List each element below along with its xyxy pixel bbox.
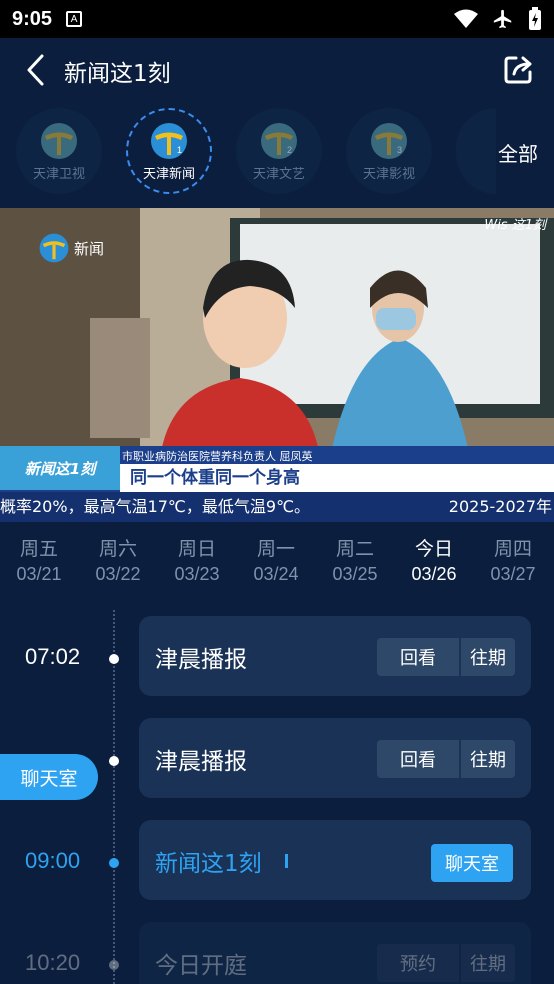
timeline-dot — [109, 654, 119, 664]
status-time: 9:05 — [12, 7, 53, 30]
program-watermark: Wis 这1刻 — [484, 218, 546, 233]
day-tab[interactable]: 周四 03/27 — [478, 534, 548, 585]
program-actions: 回看 往期 — [377, 740, 515, 778]
top-bar: 新闻这1刻 — [0, 38, 554, 102]
tianjin-news-logo-icon: 1 — [151, 122, 187, 159]
past-episodes-button[interactable]: 往期 — [461, 740, 515, 778]
replay-button[interactable]: 回看 — [377, 638, 459, 676]
floating-chat-room-button[interactable]: 聊天室 — [0, 754, 98, 800]
day-weekday: 周五 — [19, 538, 58, 560]
program-card[interactable]: 今日开庭 预约 往期 — [139, 922, 531, 984]
timeline-dot — [109, 858, 119, 868]
channel-item-tianjin-news[interactable]: 1 天津新闻 — [126, 108, 212, 194]
channel-item-partial[interactable] — [456, 108, 496, 194]
day-date: 03/22 — [95, 564, 141, 584]
battery-charging-icon — [529, 7, 541, 30]
back-icon[interactable] — [22, 52, 52, 88]
program-name: 新闻这1刻 — [155, 851, 262, 877]
day-date: 03/21 — [16, 564, 62, 584]
ticker-text: 概率20%，最高气温17℃，最低气温9℃。 — [0, 497, 311, 516]
channel-item-tianjin-tv[interactable]: 天津卫视 — [16, 108, 102, 194]
tianjin-tv-logo-icon — [41, 122, 77, 159]
airplane-icon — [493, 9, 512, 29]
notification-icon: A — [66, 11, 83, 27]
schedule-time: 09:00 — [25, 848, 81, 873]
program-name: 今日开庭 — [155, 953, 247, 979]
svg-text:1: 1 — [177, 145, 182, 155]
day-weekday: 周二 — [335, 538, 374, 560]
day-date: 03/23 — [174, 564, 220, 584]
program-card[interactable]: 津晨播报 回看 往期 — [139, 616, 531, 696]
day-date: 03/26 — [411, 564, 457, 584]
timeline-dot — [109, 756, 119, 766]
program-actions: 回看 往期 — [377, 638, 515, 676]
channel-item-tianjin-film[interactable]: 3 天津影视 — [346, 108, 432, 194]
day-tab[interactable]: 周一 03/24 — [241, 534, 311, 585]
day-weekday: 周一 — [256, 538, 295, 560]
tianjin-arts-logo-icon: 2 — [261, 122, 297, 159]
subtitle-main: 同一个体重同一个身高 — [120, 464, 554, 492]
ticker-right-text: 2025-2027年 — [448, 497, 552, 516]
day-tab[interactable]: 周二 03/25 — [320, 534, 390, 585]
day-weekday: 周四 — [493, 538, 532, 560]
svg-text:3: 3 — [397, 145, 402, 155]
day-tab[interactable]: 周日 03/23 — [162, 534, 232, 585]
program-tag: 新闻这1刻 — [0, 446, 120, 490]
program-actions: 预约 往期 — [377, 944, 515, 982]
channel-selector: 天津卫视 1 天津新闻 2 天津文艺 3 天津影视 全部 — [0, 102, 554, 206]
channel-item-tianjin-arts[interactable]: 2 天津文艺 — [236, 108, 322, 194]
day-tab[interactable]: 周六 03/22 — [83, 534, 153, 585]
schedule-row: 07:02 津晨播报 回看 往期 — [0, 616, 554, 698]
status-bar: 9:05 A — [0, 0, 554, 38]
channel-name: 天津影视 — [362, 166, 415, 182]
svg-text:2: 2 — [287, 145, 292, 155]
day-tab[interactable]: 周五 03/21 — [4, 534, 74, 585]
program-card-live[interactable]: 新闻这1刻 聊天室 — [139, 820, 531, 900]
program-name: 津晨播报 — [155, 749, 247, 775]
day-date: 03/27 — [490, 564, 536, 584]
wifi-icon — [454, 9, 478, 28]
day-weekday: 周六 — [98, 538, 137, 560]
schedule-row: 10:20 今日开庭 预约 往期 — [0, 922, 554, 984]
day-weekday: 周日 — [177, 538, 216, 560]
program-card[interactable]: 津晨播报 回看 往期 — [139, 718, 531, 798]
chat-room-button[interactable]: 聊天室 — [431, 844, 513, 882]
subtitle-top: 市职业病防治医院营养科负责人 屈凤英 — [122, 450, 313, 463]
day-date: 03/25 — [332, 564, 378, 584]
schedule-time: 10:20 — [25, 950, 81, 975]
tianjin-film-logo-icon: 3 — [371, 122, 407, 159]
replay-button[interactable]: 回看 — [377, 740, 459, 778]
day-selector: 周五 03/21 周六 03/22 周日 03/23 周一 03/24 周二 03/25 … — [0, 530, 554, 600]
schedule-row-live: 09:00 新闻这1刻 聊天室 — [0, 820, 554, 902]
program-name: 津晨播报 — [155, 647, 247, 673]
past-episodes-button[interactable]: 往期 — [461, 944, 515, 982]
schedule-time: 07:02 — [25, 644, 81, 669]
share-icon[interactable] — [502, 52, 536, 86]
video-logo-text: 新闻 — [74, 239, 105, 258]
news-channel-logo-icon — [39, 233, 69, 263]
day-tab-today[interactable]: 今日 03/26 — [399, 534, 469, 585]
reserve-button[interactable]: 预约 — [377, 944, 459, 982]
day-date: 03/24 — [253, 564, 299, 584]
news-ticker: 概率20%，最高气温17℃，最低气温9℃。 2025-2027年 — [0, 492, 554, 522]
video-player[interactable]: 新闻 Wis 这1刻 新闻这1刻 市职业病防治医院营养科负责人 屈凤英 同一个体… — [0, 208, 554, 522]
timeline-dot — [109, 960, 119, 970]
channel-name: 天津新闻 — [142, 166, 195, 182]
day-weekday: 今日 — [414, 538, 453, 560]
channel-watermark: 新闻 — [38, 232, 104, 264]
past-episodes-button[interactable]: 往期 — [461, 638, 515, 676]
channel-name: 天津卫视 — [32, 166, 85, 182]
page-title: 新闻这1刻 — [64, 61, 171, 87]
channel-name: 天津文艺 — [252, 166, 305, 182]
live-indicator-icon — [285, 854, 288, 868]
all-channels-button[interactable]: 全部 — [498, 138, 538, 167]
